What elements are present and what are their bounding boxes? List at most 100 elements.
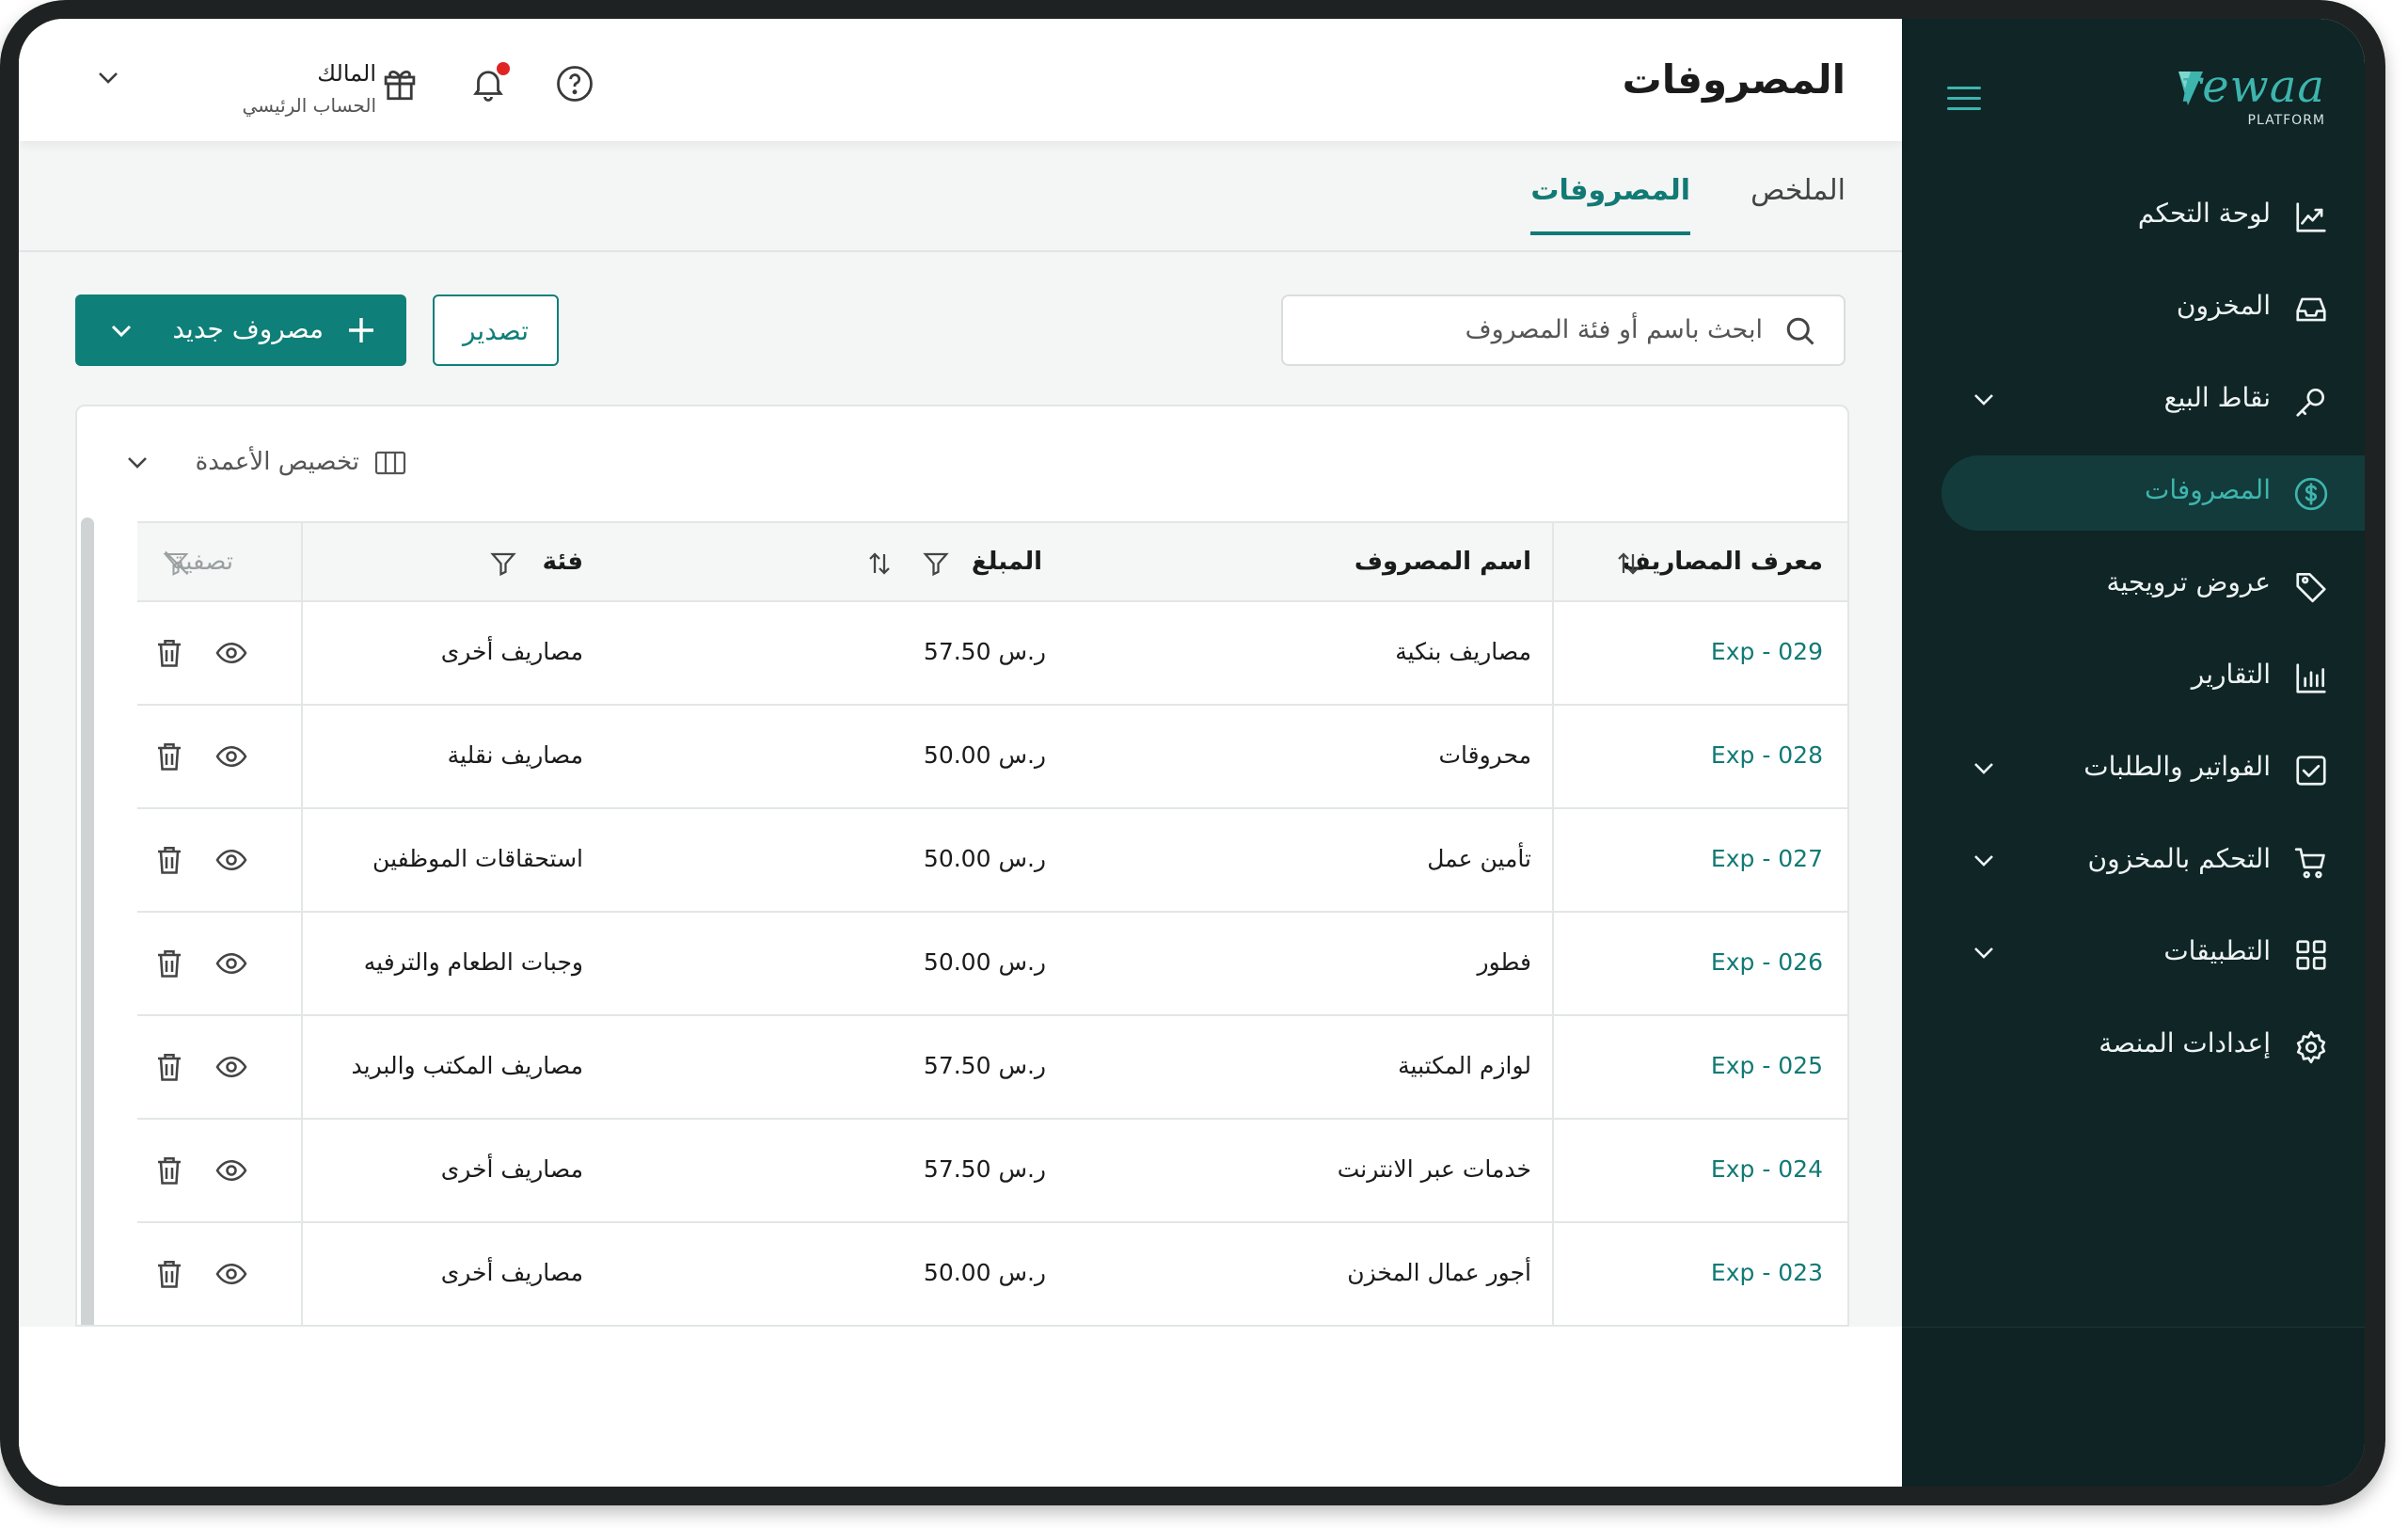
expense-id[interactable]: Exp - 028 [1711,741,1823,769]
eye-icon[interactable] [214,740,248,773]
sidebar-item-label: نقاط البيع [2163,382,2271,413]
gift-icon[interactable] [380,64,420,103]
expense-amount: 50.00 ر.س [923,1259,1046,1286]
table-row[interactable]: Exp - 024 خدمات عبر الانترنت 57.50 ر.س مصار… [137,1120,1847,1223]
cart-icon [2293,845,2329,881]
tabs: الملخص المصروفات [1469,174,1846,254]
eye-icon[interactable] [214,1154,248,1187]
sidebar-item[interactable]: عروض ترويجية [1902,548,2365,623]
sidebar-item[interactable]: نقاط البيع [1902,363,2365,438]
trash-icon[interactable] [152,947,186,980]
expense-amount: 57.50 ر.س [923,1052,1046,1079]
expense-category: مصاريف المكتب والبريد [351,1052,583,1079]
trash-icon[interactable] [152,1257,186,1291]
sort-icon[interactable] [865,549,894,578]
line-chart-icon [2293,199,2329,235]
expense-id[interactable]: Exp - 029 [1711,638,1823,665]
expense-category: مصاريف نقلية [447,741,583,769]
sort-icon[interactable] [1614,549,1642,578]
export-button[interactable]: تصدير [433,294,559,366]
grid-icon [2293,937,2329,973]
dollar-circle-icon [2293,476,2329,512]
chevron-down-icon[interactable] [1970,390,1998,410]
table-row[interactable]: Exp - 028 محروقات 50.00 ر.س مصاريف نقلية [137,706,1847,809]
expense-category: وجبات الطعام والترفيه [363,948,583,976]
table-row[interactable]: Exp - 023 أجور عمال المخزن 50.00 ر.س مصاريف… [137,1223,1847,1325]
eye-icon[interactable] [214,947,248,980]
table-header: معرف المصاريف اسم المصروف المبلغ فئة تصف… [137,521,1847,602]
sidebar-item[interactable]: التقارير [1902,640,2365,715]
expense-id[interactable]: Exp - 027 [1711,845,1823,872]
expense-name: خدمات عبر الانترنت [1337,1155,1531,1183]
expense-name: أجور عمال المخزن [1347,1259,1531,1286]
customize-columns-label: تخصيص الأعمدة [195,448,359,476]
table-scrollbar[interactable] [81,517,94,1325]
eye-icon[interactable] [214,843,248,877]
customize-columns-button[interactable]: تخصيص الأعمدة [124,444,406,482]
search-input[interactable]: ابحث باسم أو فئة المصروف [1281,294,1846,366]
rewaa-logo[interactable]: rewaa PLATFORM [2165,60,2325,128]
sidebar-item[interactable]: الفواتير والطلبات [1902,732,2365,807]
expense-amount: 50.00 ر.س [923,948,1046,976]
new-expense-button[interactable]: مصروف جديد [75,294,406,366]
expense-id[interactable]: Exp - 023 [1711,1259,1823,1286]
trash-icon[interactable] [152,1154,186,1187]
chevron-down-icon[interactable] [1970,758,1998,779]
export-button-label: تصدير [462,315,529,346]
chevron-down-icon [124,454,150,472]
chevron-down-icon[interactable] [1970,851,1998,871]
sidebar-item[interactable]: المخزون [1902,271,2365,346]
eye-icon[interactable] [214,636,248,670]
sidebar-item[interactable]: التطبيقات [1902,916,2365,992]
column-header-amount[interactable]: المبلغ [972,548,1042,576]
chevron-down-icon[interactable] [1970,943,1998,963]
sidebar-footer [1902,1327,2365,1487]
table-row[interactable]: Exp - 026 فطور 50.00 ر.س وجبات الطعام والتر… [137,913,1847,1016]
column-divider [301,521,303,1325]
sidebar-item[interactable]: إعدادات المنصة [1902,1009,2365,1084]
eye-icon[interactable] [214,1050,248,1084]
trash-icon[interactable] [152,843,186,877]
eye-icon[interactable] [214,1257,248,1291]
sidebar-item-label: التطبيقات [2163,935,2271,966]
menu-toggle-icon[interactable] [1947,87,1981,115]
filter-icon[interactable] [489,549,517,578]
trash-icon[interactable] [152,1050,186,1084]
chevron-down-icon[interactable] [107,321,135,342]
sidebar-item-label: التحكم بالمخزون [2087,843,2271,874]
column-header-id[interactable]: معرف المصاريف [1623,548,1823,576]
tab-summary[interactable]: الملخص [1751,174,1846,231]
sidebar-item[interactable]: المصروفات [1902,455,2365,531]
tab-expenses[interactable]: المصروفات [1530,174,1690,235]
clear-filter-icon[interactable] [160,549,189,578]
table-row[interactable]: Exp - 025 لوازم المكتبية 57.50 ر.س مصاريف ا… [137,1016,1847,1120]
device-frame: المصروفات المالك الحساب الرئيسي الملخص ا… [0,0,2385,1505]
filter-icon[interactable] [922,549,950,578]
help-icon[interactable] [555,64,594,103]
expense-id[interactable]: Exp - 026 [1711,948,1823,976]
logo-subtitle: PLATFORM [2247,113,2325,128]
column-header-name[interactable]: اسم المصروف [1354,548,1531,576]
expense-amount: 50.00 ر.س [923,741,1046,769]
column-header-category[interactable]: فئة [543,548,583,576]
notification-bell-icon[interactable] [468,62,510,103]
sidebar-item-label: المصروفات [2144,474,2271,505]
expense-id[interactable]: Exp - 025 [1711,1052,1823,1079]
tag-icon [2293,568,2329,604]
table-row[interactable]: Exp - 027 تأمين عمل 50.00 ر.س استحقاقات الم… [137,809,1847,913]
expense-id[interactable]: Exp - 024 [1711,1155,1823,1183]
tabs-divider [19,250,1902,252]
sidebar-item[interactable]: لوحة التحكم [1902,179,2365,254]
user-menu[interactable]: المالك الحساب الرئيسي [94,55,376,120]
sidebar-item-label: الفواتير والطلبات [2083,751,2271,782]
plus-icon [346,315,376,345]
sidebar-item-label: لوحة التحكم [2137,198,2271,229]
expenses-table: تخصيص الأعمدة معرف المصاريف اسم المصروف … [75,405,1849,1327]
trash-icon[interactable] [152,636,186,670]
logo-text: rewaa [2179,60,2325,113]
sidebar-item-label: عروض ترويجية [2106,566,2271,597]
key-icon [2293,384,2329,420]
trash-icon[interactable] [152,740,186,773]
sidebar-item[interactable]: التحكم بالمخزون [1902,824,2365,899]
table-row[interactable]: Exp - 029 مصاريف بنكية 57.50 ر.س مصاريف أخر… [137,602,1847,706]
